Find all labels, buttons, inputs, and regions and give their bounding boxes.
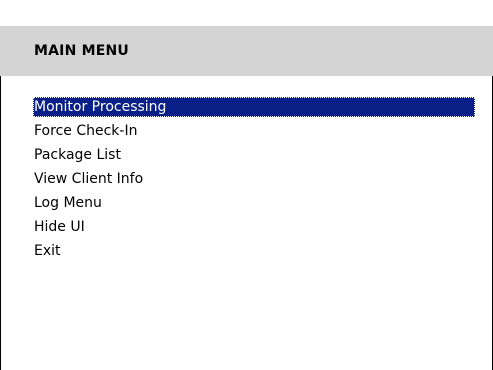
main-menu-list[interactable]: Monitor Processing Force Check-In Packag… xyxy=(33,97,475,265)
page-title: MAIN MENU xyxy=(34,43,129,59)
main-menu-window: MAIN MENU Monitor Processing Force Check… xyxy=(0,0,493,370)
menu-item-exit[interactable]: Exit xyxy=(33,241,475,261)
menu-item-monitor-processing[interactable]: Monitor Processing xyxy=(33,97,475,117)
menu-item-package-list[interactable]: Package List xyxy=(33,145,475,165)
top-strip xyxy=(0,0,493,26)
menu-item-view-client-info[interactable]: View Client Info xyxy=(33,169,475,189)
menu-item-force-check-in[interactable]: Force Check-In xyxy=(33,121,475,141)
window-border-left xyxy=(0,76,1,370)
menu-header: MAIN MENU xyxy=(0,26,493,76)
menu-item-log-menu[interactable]: Log Menu xyxy=(33,193,475,213)
menu-item-hide-ui[interactable]: Hide UI xyxy=(33,217,475,237)
